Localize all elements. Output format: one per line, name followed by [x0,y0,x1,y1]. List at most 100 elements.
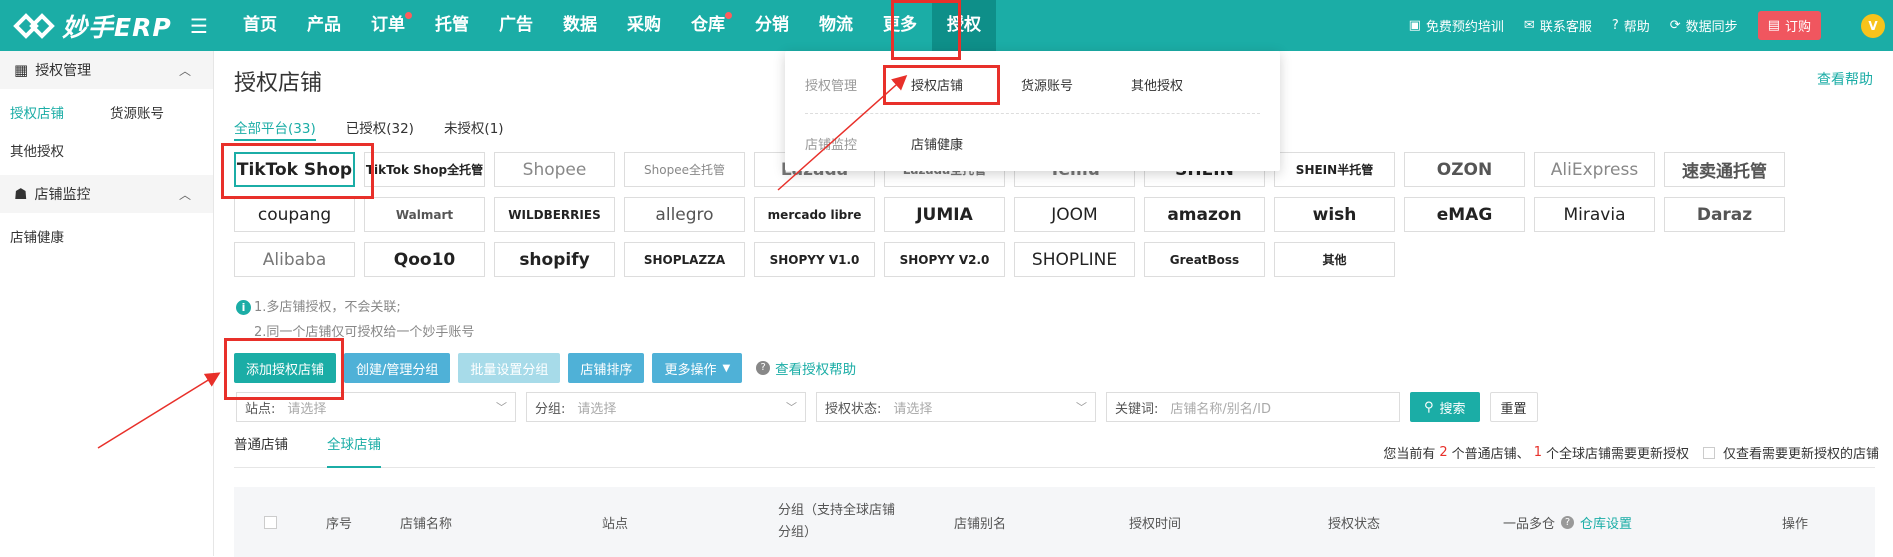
platform-shopline[interactable]: SHOPLINE [1014,242,1135,277]
keyword-input[interactable]: 关键词: 店铺名称/别名/ID [1106,392,1400,422]
question-icon: ? [756,361,771,375]
platform-shopee[interactable]: Shopee [494,152,615,187]
platform-greatboss[interactable]: GreatBoss [1144,242,1265,277]
nav-logistics[interactable]: 物流 [804,0,868,51]
data-sync-link[interactable]: ⟳ 数据同步 [1670,16,1738,35]
batch-set-group-button[interactable]: 批量设置分组 [458,353,561,383]
col-auth-time: 授权时间 [1129,516,1182,532]
auth-status-select[interactable]: 授权状态: 请选择 ﹀ [816,392,1096,422]
platform-shopyy-v2[interactable]: SHOPYY V2.0 [884,242,1005,277]
reset-button[interactable]: 重置 [1489,392,1538,422]
customer-service-link[interactable]: ✉ 联系客服 [1524,16,1592,35]
platform-shopee-full[interactable]: Shopee全托管 [624,152,745,187]
nav-distribution[interactable]: 分销 [740,0,804,51]
menu-toggle-icon[interactable]: ☰ [190,14,208,38]
platform-amazon[interactable]: amazon [1144,197,1265,232]
warehouse-settings-link[interactable]: 仓库设置 [1580,513,1632,532]
sidebar-group-monitor[interactable]: ☗ 店铺监控 ︿ [0,175,213,213]
sidebar-links-monitor: 店铺健康 [0,213,213,261]
nav-authorization[interactable]: 授权 [932,0,996,51]
logo[interactable]: 妙手ERP [12,8,172,44]
nav-more[interactable]: 更多 [868,0,932,51]
platform-label: Walmart [395,207,454,222]
nav-orders[interactable]: 订单 [356,0,420,51]
sidebar-item-store-health[interactable]: 店铺健康 [10,219,110,257]
nav-hosting[interactable]: 托管 [420,0,484,51]
platform-other[interactable]: 其他 [1274,242,1395,277]
chevron-up-icon: ︿ [178,63,191,78]
training-link[interactable]: ▣ 免费预约培训 [1409,16,1504,35]
notice-text: 个全球店铺需要更新授权 [1545,447,1689,462]
sidebar-item-auth-store[interactable]: 授权店铺 [10,95,110,133]
tab-authorized[interactable]: 已授权(32) [346,117,414,141]
group-select[interactable]: 分组: 请选择 ﹀ [526,392,806,422]
platform-ozon[interactable]: OZON [1404,152,1525,187]
nav-warehouse[interactable]: 仓库 [676,0,740,51]
platform-walmart[interactable]: Walmart [364,197,485,232]
platform-aliexpress-hosted[interactable]: 速卖通托管 [1664,152,1785,187]
platform-tiktok-shop-full[interactable]: TikTok Shop全托管 [364,152,485,187]
platform-shoplazza[interactable]: SHOPLAZZA [624,242,745,277]
user-icon: ☗ [14,185,28,203]
manage-groups-button[interactable]: 创建/管理分组 [344,353,451,383]
platform-qoo10[interactable]: Qoo10 [364,242,485,277]
platform-alibaba[interactable]: Alibaba [234,242,355,277]
platform-aliexpress[interactable]: AliExpress [1534,152,1655,187]
sync-icon: ⟳ [1669,18,1681,33]
search-button[interactable]: ⚲ 搜索 [1410,392,1480,422]
more-actions-button[interactable]: 更多操作 ▼ [652,353,743,383]
store-sort-button[interactable]: 店铺排序 [568,353,645,383]
platform-miravia[interactable]: Miravia [1534,197,1655,232]
platform-emag[interactable]: eMAG [1404,197,1525,232]
sidebar-item-other-auth[interactable]: 其他授权 [10,133,110,171]
tab-all-platforms[interactable]: 全部平台(33) [234,117,316,141]
auth-help-link[interactable]: ? 查看授权帮助 [756,358,856,378]
tab-unauthorized[interactable]: 未授权(1) [444,117,504,141]
platform-wish[interactable]: wish [1274,197,1395,232]
order-button[interactable]: ▤ 订购 [1757,11,1821,40]
platform-label: SHEIN半托管 [1295,163,1374,177]
nav-label: 数据 [563,15,597,35]
platform-mercado-libre[interactable]: mercado libre [754,197,875,232]
tab-normal-stores[interactable]: 普通店铺 [234,436,288,468]
dropdown-item-source-account[interactable]: 货源账号 [1021,75,1073,94]
help-link[interactable]: ? 帮助 [1612,16,1650,35]
nav-label: 广告 [499,15,533,35]
platform-label: amazon [1167,204,1242,225]
tab-global-stores[interactable]: 全球店铺 [327,436,381,468]
dropdown-item-other-auth[interactable]: 其他授权 [1131,75,1183,94]
platform-label: Shopee [522,159,587,180]
add-auth-store-button[interactable]: 添加授权店铺 [234,353,337,383]
nav-purchase[interactable]: 采购 [612,0,676,51]
avatar[interactable]: V [1861,14,1885,38]
site-select[interactable]: 站点: 请选择 ﹀ [236,392,516,422]
notice-text: 个普通店铺、 [1451,447,1530,462]
platform-wildberries[interactable]: WILDBERRIES [494,197,615,232]
nav-ads[interactable]: 广告 [484,0,548,51]
only-update-checkbox[interactable] [1702,446,1715,459]
nav-data[interactable]: 数据 [548,0,612,51]
search-icon: ⚲ [1424,399,1434,415]
dropdown-item-auth-store[interactable]: 授权店铺 [911,75,963,94]
platform-coupang[interactable]: coupang [234,197,355,232]
platform-daraz[interactable]: Daraz [1664,197,1785,232]
filter-placeholder: 请选择 [893,401,933,417]
sidebar-item-source-account[interactable]: 货源账号 [110,95,210,133]
platform-shopify[interactable]: shopify [494,242,615,277]
platform-shein-semi[interactable]: SHEIN半托管 [1274,152,1395,187]
platform-tiktok-shop[interactable]: TikTok Shop [234,152,355,187]
dropdown-item-store-health[interactable]: 店铺健康 [911,134,963,153]
platform-joom[interactable]: JOOM [1014,197,1135,232]
platform-jumia[interactable]: JUMIA [884,197,1005,232]
dropdown-divider [805,113,1260,114]
select-all-checkbox[interactable] [264,515,277,529]
platform-allegro[interactable]: allegro [624,197,745,232]
sidebar-group-auth[interactable]: ▦ 授权管理 ︿ [0,51,213,89]
nav-home[interactable]: 首页 [228,0,292,51]
nav-products[interactable]: 产品 [292,0,356,51]
view-help-link[interactable]: 查看帮助 [1817,69,1873,89]
platform-shopyy-v1[interactable]: SHOPYY V1.0 [754,242,875,277]
notice-count: 2 [1439,445,1448,460]
platform-label: wish [1312,204,1357,225]
nav-label: 订单 [371,15,405,35]
